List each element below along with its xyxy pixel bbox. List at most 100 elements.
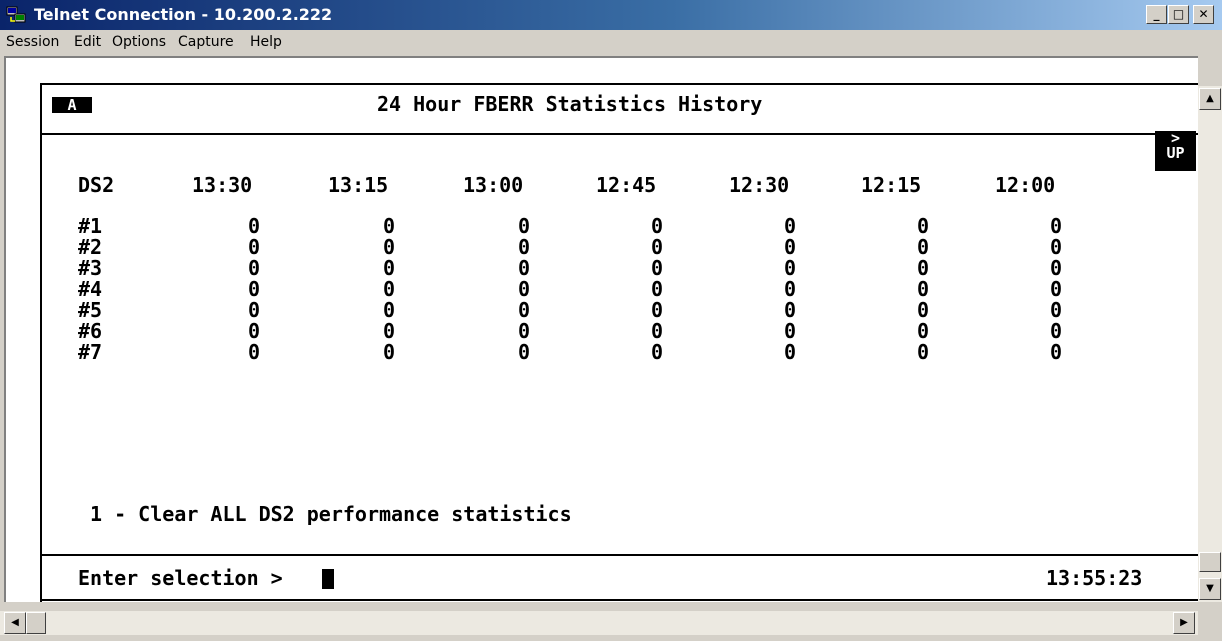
header-left-border (40, 83, 42, 135)
table-cell: 0 (917, 235, 930, 259)
page-up-label: UP (1166, 144, 1185, 162)
menu-capture[interactable]: Capture (178, 34, 234, 50)
row-label: #3 (78, 256, 103, 280)
table-cell: 0 (1050, 214, 1063, 238)
table-cell: 0 (651, 298, 664, 322)
table-cell: 0 (651, 340, 664, 364)
vertical-scroll-thumb[interactable] (1199, 552, 1221, 572)
menu-bar: Session Edit Options Capture Help (0, 30, 1222, 54)
column-header: 12:30 (729, 173, 790, 197)
column-header: 12:15 (861, 173, 922, 197)
table-cell: 0 (917, 214, 930, 238)
table-cell: 0 (518, 277, 531, 301)
row-label: #4 (78, 277, 103, 301)
minimize-button[interactable]: _ (1146, 5, 1167, 24)
table-cell: 0 (1050, 340, 1063, 364)
terminal-screen[interactable]: A 24 Hour FBERR Statistics History > UP … (4, 56, 1198, 602)
table-cell: 0 (383, 340, 396, 364)
clock: 13:55:23 (1046, 566, 1143, 590)
prompt-top-border (40, 554, 1198, 556)
body-left-border (40, 133, 42, 602)
table-cell: 0 (784, 319, 797, 343)
table-cell: 0 (1050, 298, 1063, 322)
table-cell: 0 (917, 298, 930, 322)
header-top-border (40, 83, 1198, 85)
window-title-bar[interactable]: Telnet Connection - 10.200.2.222 _ □ ✕ (0, 0, 1222, 30)
table-cell: 0 (1050, 277, 1063, 301)
column-header: 13:30 (192, 173, 253, 197)
table-cell: 0 (383, 319, 396, 343)
table-cell: 0 (651, 214, 664, 238)
table-cell: 0 (248, 277, 261, 301)
table-cell: 0 (248, 298, 261, 322)
prompt-bottom-border (40, 599, 1198, 601)
header-bottom-border (40, 133, 1198, 135)
menu-edit[interactable]: Edit (74, 34, 101, 50)
menu-help[interactable]: Help (250, 34, 282, 50)
table-cell: 0 (784, 340, 797, 364)
horizontal-scrollbar[interactable]: ◀ ▶ (0, 611, 1198, 635)
selection-prompt: Enter selection > (78, 566, 283, 590)
table-cell: 0 (518, 319, 531, 343)
table-cell: 0 (248, 235, 261, 259)
scroll-right-button[interactable]: ▶ (1173, 612, 1195, 634)
window-title: Telnet Connection - 10.200.2.222 (34, 5, 333, 24)
page-up-button[interactable]: > UP (1155, 131, 1196, 171)
table-cell: 0 (917, 319, 930, 343)
screen-id-badge: A (52, 97, 92, 113)
telnet-app-icon (6, 6, 26, 23)
table-cell: 0 (383, 298, 396, 322)
row-label: #1 (78, 214, 103, 238)
maximize-button[interactable]: □ (1168, 5, 1189, 24)
table-cell: 0 (383, 256, 396, 280)
table-cell: 0 (784, 277, 797, 301)
table-cell: 0 (518, 235, 531, 259)
table-cell: 0 (651, 319, 664, 343)
table-cell: 0 (651, 256, 664, 280)
row-label: #2 (78, 235, 103, 259)
menu-options[interactable]: Options (112, 34, 166, 50)
size-grip[interactable] (1198, 611, 1222, 641)
text-cursor (322, 569, 334, 589)
row-header-label: DS2 (78, 173, 115, 197)
table-cell: 0 (917, 340, 930, 364)
table-cell: 0 (248, 340, 261, 364)
table-cell: 0 (651, 235, 664, 259)
scroll-up-button[interactable]: ▲ (1199, 88, 1221, 110)
clear-statistics-option[interactable]: 1 - Clear ALL DS2 performance statistics (90, 503, 572, 525)
table-cell: 0 (248, 214, 261, 238)
table-cell: 0 (784, 298, 797, 322)
column-header: 13:15 (328, 173, 389, 197)
vertical-scrollbar[interactable]: ▲ ▼ (1198, 86, 1222, 602)
table-cell: 0 (383, 277, 396, 301)
table-cell: 0 (248, 256, 261, 280)
table-cell: 0 (518, 340, 531, 364)
table-cell: 0 (1050, 319, 1063, 343)
table-cell: 0 (651, 277, 664, 301)
table-cell: 0 (383, 214, 396, 238)
horizontal-scroll-thumb[interactable] (26, 612, 46, 634)
scroll-left-button[interactable]: ◀ (4, 612, 26, 634)
table-cell: 0 (917, 256, 930, 280)
menu-session[interactable]: Session (6, 34, 59, 50)
row-label: #6 (78, 319, 103, 343)
column-header: 12:45 (596, 173, 657, 197)
table-cell: 0 (784, 256, 797, 280)
column-header: 12:00 (995, 173, 1056, 197)
table-cell: 0 (518, 298, 531, 322)
column-header: 13:00 (463, 173, 524, 197)
table-cell: 0 (1050, 235, 1063, 259)
row-label: #5 (78, 298, 103, 322)
table-cell: 0 (1050, 256, 1063, 280)
table-cell: 0 (784, 214, 797, 238)
table-cell: 0 (784, 235, 797, 259)
screen-title: 24 Hour FBERR Statistics History (377, 92, 763, 116)
table-cell: 0 (518, 214, 531, 238)
table-cell: 0 (917, 277, 930, 301)
row-label: #7 (78, 340, 103, 364)
table-cell: 0 (518, 256, 531, 280)
close-button[interactable]: ✕ (1193, 5, 1214, 24)
table-cell: 0 (248, 319, 261, 343)
table-cell: 0 (383, 235, 396, 259)
scroll-down-button[interactable]: ▼ (1199, 578, 1221, 600)
